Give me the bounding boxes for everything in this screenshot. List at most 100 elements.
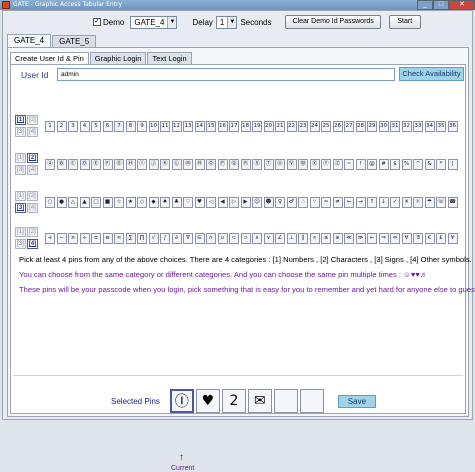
pin-button[interactable]: ~ [344, 159, 354, 170]
pin-button[interactable]: 19 [252, 121, 262, 132]
pin-button[interactable]: ○ [45, 197, 55, 208]
selected-pin-slot[interactable]: 2 [221, 389, 246, 413]
tab-graphic-login[interactable]: Graphic Login [89, 52, 147, 64]
pin-button[interactable]: 1 [45, 121, 55, 132]
pin-button[interactable]: ∠ [275, 233, 285, 244]
selected-pin-slot[interactable] [273, 389, 298, 413]
tab-gate-4[interactable]: GATE_4 [7, 34, 52, 47]
pin-button[interactable]: Ⓦ [298, 159, 308, 170]
pin-button[interactable]: * [436, 159, 446, 170]
category-button-3[interactable]: [3] [15, 127, 26, 137]
close-button[interactable]: ✕ [449, 0, 475, 10]
pin-button[interactable]: 22 [286, 121, 297, 132]
pin-button[interactable]: 10 [148, 121, 159, 132]
pin-button[interactable]: ∵ [309, 197, 320, 208]
pin-button[interactable]: £ [436, 233, 446, 244]
pin-button[interactable]: Ⓢ [252, 159, 262, 170]
pin-button[interactable]: ≠ [332, 197, 343, 208]
minimize-button[interactable]: _ [417, 0, 433, 10]
pin-button[interactable]: Ⓤ [275, 159, 285, 170]
pin-button[interactable]: 7 [114, 121, 124, 132]
chevron-down-icon[interactable]: ▼ [167, 16, 177, 28]
pin-button[interactable]: ∩ [206, 233, 216, 244]
pin-button[interactable]: ↑ [367, 197, 377, 208]
pin-button[interactable]: Ⓜ [183, 159, 193, 170]
pin-button[interactable]: ( [447, 159, 458, 170]
pin-button[interactable]: ∀ [401, 233, 412, 244]
pin-button[interactable]: Ⓥ [286, 159, 297, 170]
pin-button[interactable]: ∴ [298, 197, 308, 208]
pin-button[interactable]: $ [390, 159, 400, 170]
check-availability-button[interactable]: Check Availability [399, 67, 464, 81]
category-button-3[interactable]: [3] [15, 239, 26, 249]
category-button-3[interactable]: [3] [15, 165, 26, 175]
pin-button[interactable]: ∑ [125, 233, 136, 244]
pin-button[interactable]: € [424, 233, 435, 244]
pin-button[interactable]: ≪ [344, 233, 354, 244]
pin-button[interactable]: 3 [68, 121, 78, 132]
pin-button[interactable]: Ⓠ [229, 159, 239, 170]
pin-button[interactable]: Ⓨ [321, 159, 331, 170]
pin-button[interactable]: ☎ [447, 197, 458, 208]
pin-button[interactable]: 9 [137, 121, 147, 132]
pin-button[interactable]: ← [367, 233, 377, 244]
pin-button[interactable]: Ⓡ [240, 159, 251, 170]
pin-button[interactable]: 11 [160, 121, 170, 132]
pin-button[interactable]: ✕ [401, 197, 412, 208]
pin-button[interactable]: ■ [102, 197, 113, 208]
start-button[interactable]: Start [388, 15, 421, 29]
pin-button[interactable]: ∇ [183, 233, 193, 244]
selected-pin-slot[interactable]: ♥ [195, 389, 220, 413]
pin-button[interactable]: 24 [309, 121, 320, 132]
pin-button[interactable]: ∪ [217, 233, 228, 244]
pin-button[interactable]: # [378, 159, 389, 170]
pin-button[interactable]: ¥ [447, 233, 458, 244]
pin-button[interactable]: + [45, 233, 55, 244]
pin-button[interactable]: ∧ [252, 233, 262, 244]
category-button-2[interactable]: [2] [27, 191, 38, 201]
pin-button[interactable]: 5 [91, 121, 101, 132]
pin-button[interactable]: ≫ [355, 233, 366, 244]
pin-button[interactable]: ☼ [413, 197, 423, 208]
pin-button[interactable]: 16 [217, 121, 228, 132]
pin-button[interactable]: & [424, 159, 435, 170]
pin-button[interactable]: Ⓓ [79, 159, 90, 170]
pin-button[interactable]: ± [91, 233, 101, 244]
pin-button[interactable]: 23 [298, 121, 308, 132]
pin-button[interactable]: 29 [367, 121, 377, 132]
gate-select[interactable]: GATE_4 ▼ [130, 15, 178, 29]
maximize-button[interactable]: □ [433, 0, 449, 10]
pin-button[interactable]: Ⓣ [263, 159, 274, 170]
pin-button[interactable]: 36 [447, 121, 458, 132]
pin-button[interactable]: ≈ [321, 197, 331, 208]
pin-button[interactable]: → [355, 197, 366, 208]
pin-button[interactable]: ● [56, 197, 67, 208]
pin-button[interactable]: ▷ [229, 197, 239, 208]
pin-button[interactable]: Ⓛ [171, 159, 182, 170]
pin-button[interactable]: ↓ [378, 197, 389, 208]
pin-button[interactable]: @ [367, 159, 377, 170]
pin-button[interactable]: ♠ [160, 197, 170, 208]
pin-button[interactable]: ∫ [160, 233, 170, 244]
demo-checkbox[interactable]: ✓ [93, 18, 101, 26]
category-button-1[interactable]: [1] [15, 191, 26, 201]
pin-button[interactable]: Ⓩ [332, 159, 343, 170]
pin-button[interactable]: ∏ [137, 233, 147, 244]
pin-button[interactable]: % [401, 159, 412, 170]
delay-select[interactable]: 1 ▼ [215, 15, 238, 29]
pin-button[interactable]: ♀ [275, 197, 285, 208]
pin-button[interactable]: Ⓐ [45, 159, 55, 170]
pin-button[interactable]: Ⓚ [160, 159, 170, 170]
pin-button[interactable]: 35 [436, 121, 446, 132]
pin-button[interactable]: 6 [102, 121, 113, 132]
pin-button[interactable]: Ⓝ [194, 159, 205, 170]
pin-button[interactable]: ☂ [424, 197, 435, 208]
pin-button[interactable]: 20 [263, 121, 274, 132]
category-button-1[interactable]: [1] [15, 153, 26, 163]
pin-button[interactable]: ÷ [79, 233, 90, 244]
selected-pin-slot[interactable] [299, 389, 324, 413]
pin-button[interactable]: ◆ [148, 197, 159, 208]
pin-button[interactable]: 2 [56, 121, 67, 132]
pin-button[interactable]: ∂ [171, 233, 182, 244]
pin-button[interactable]: ≥ [332, 233, 343, 244]
